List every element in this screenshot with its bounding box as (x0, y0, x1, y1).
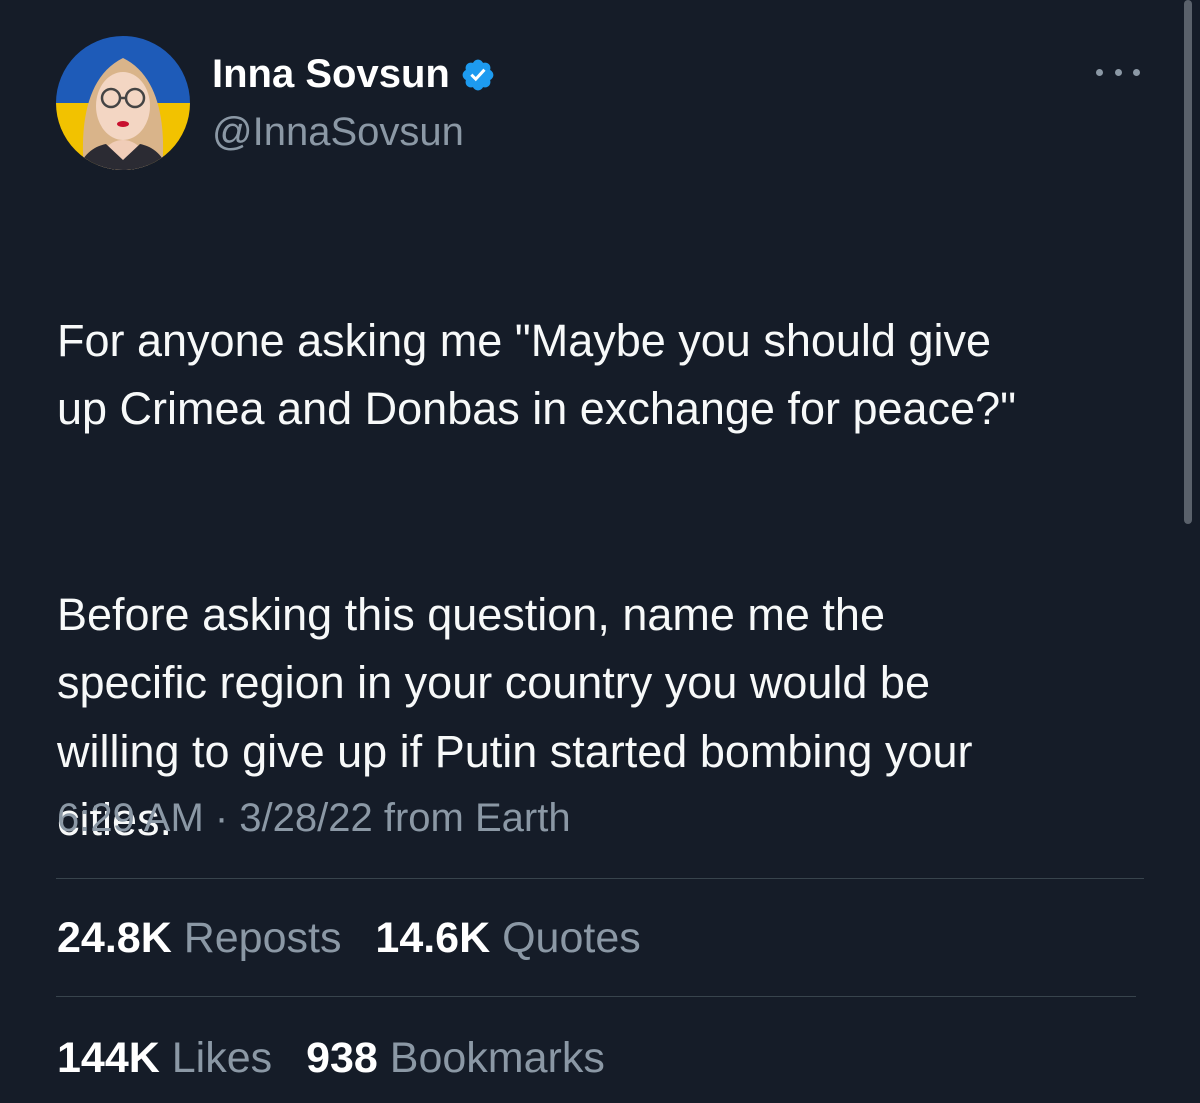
reposts-stat[interactable]: 24.8K Reposts (57, 914, 341, 962)
author-name[interactable]: Inna Sovsun (212, 50, 450, 98)
engagement-stats-row: 144K Likes 938 Bookmarks (57, 1032, 627, 1084)
bookmarks-stat[interactable]: 938 Bookmarks (306, 1034, 605, 1082)
tweet-paragraph: For anyone asking me "Maybe you should g… (57, 314, 1017, 435)
more-dot (1114, 68, 1122, 76)
verified-badge-icon[interactable] (460, 56, 496, 92)
more-dot (1133, 68, 1140, 76)
likes-label: Likes (171, 1034, 273, 1082)
divider (56, 996, 1136, 997)
bookmarks-count: 938 (306, 1034, 378, 1082)
engagement-stats-row: 24.8K Reposts 14.6K Quotes (57, 912, 663, 964)
author-handle[interactable]: @InnaSovsun (212, 108, 464, 156)
quotes-stat[interactable]: 14.6K Quotes (375, 914, 640, 962)
reposts-label: Reposts (183, 914, 342, 962)
bookmarks-label: Bookmarks (389, 1034, 605, 1082)
avatar[interactable] (56, 36, 190, 170)
quotes-count: 14.6K (375, 914, 491, 962)
scrollbar[interactable] (1184, 0, 1192, 524)
divider (56, 878, 1144, 879)
tweet-timestamp[interactable]: 6:29 AM · 3/28/22 from Earth (57, 794, 571, 842)
more-options-icon[interactable] (1096, 58, 1140, 86)
likes-count: 144K (57, 1034, 160, 1082)
more-dot (1096, 68, 1103, 76)
likes-stat[interactable]: 144K Likes (57, 1034, 272, 1082)
reposts-count: 24.8K (57, 914, 172, 962)
quotes-label: Quotes (502, 914, 641, 962)
avatar-image (56, 36, 190, 170)
author-name-row[interactable]: Inna Sovsun (212, 50, 496, 98)
tweet-detail: Inna Sovsun @InnaSovsun For anyone askin… (0, 0, 1200, 1103)
